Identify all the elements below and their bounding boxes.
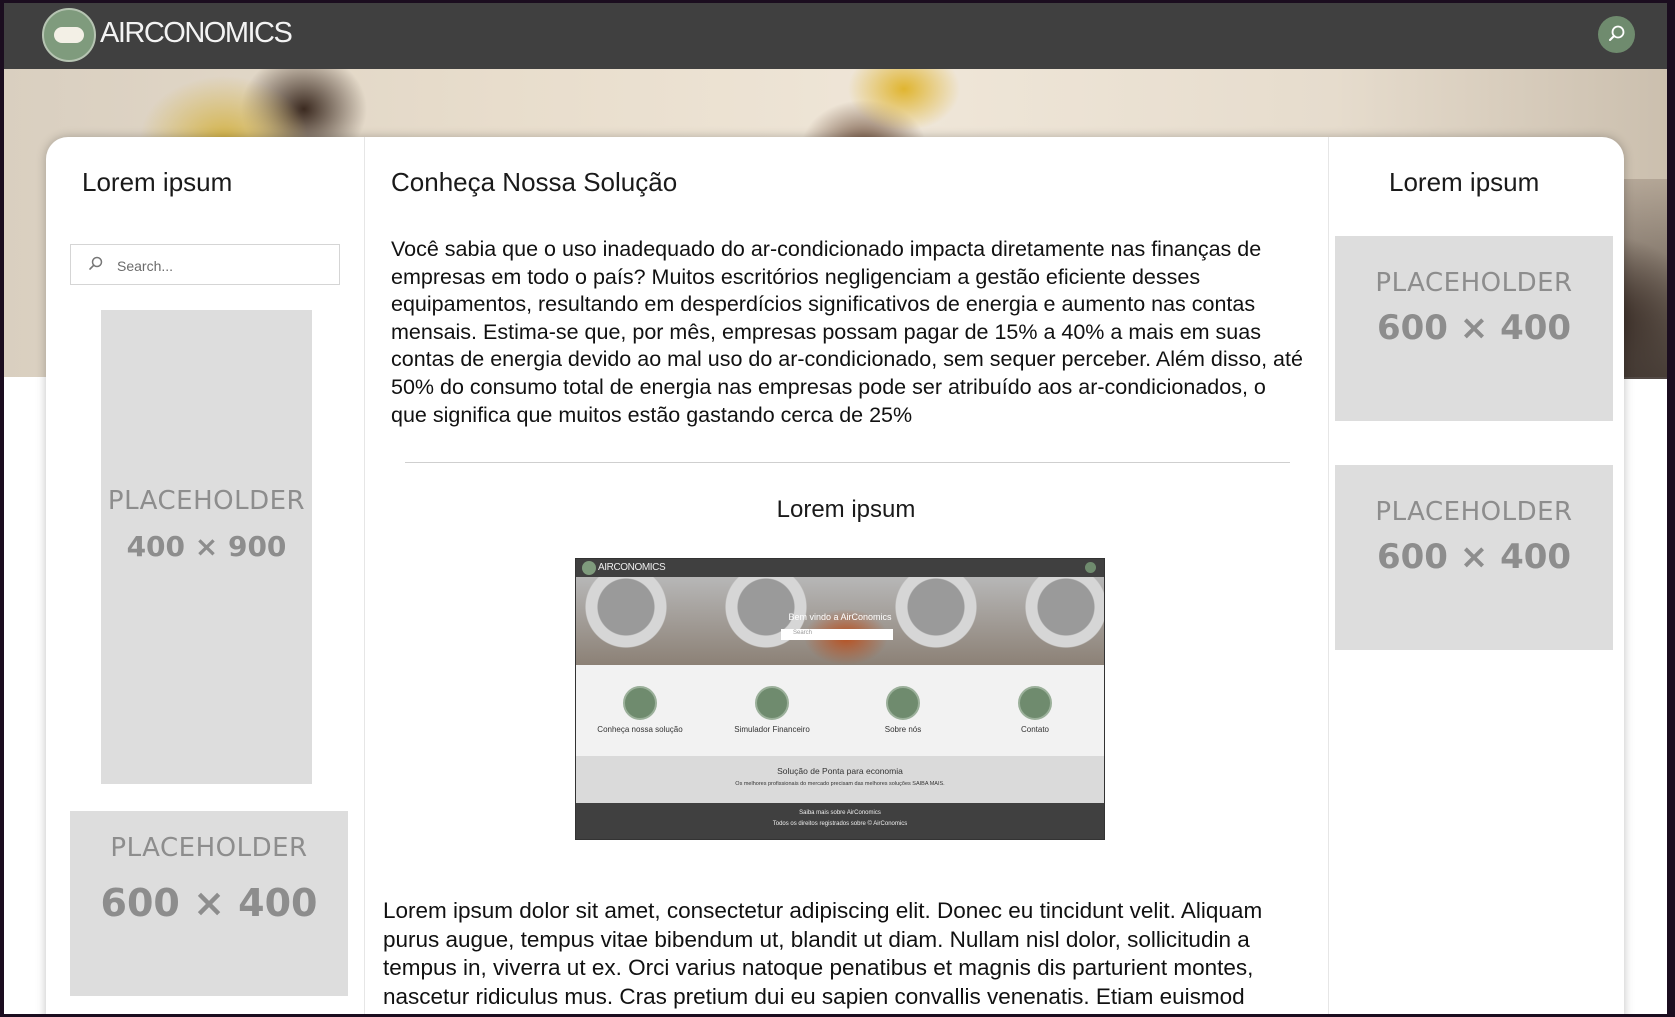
right-sidebar: Lorem ipsum PLACEHOLDER 600 × 400 PLACEH… <box>1328 137 1625 1014</box>
ad-placeholder-600x400: PLACEHOLDER 600 × 400 <box>70 811 348 996</box>
brand-name[interactable]: AIRCONOMICS <box>100 17 293 50</box>
air-conditioner-logo-mark <box>54 27 84 43</box>
sidebar-search-box[interactable] <box>70 244 340 285</box>
main-content: Conheça Nossa Solução Você sabia que o u… <box>365 137 1327 1014</box>
document-search-icon <box>886 686 920 720</box>
preview-feature-label: Simulador Financeiro <box>734 725 810 734</box>
sidebar-search-input[interactable] <box>115 254 329 278</box>
preview-info-band: Solução de Ponta para economia Os melhor… <box>576 756 1104 803</box>
preview-search-field: Search <box>781 629 893 640</box>
ad-placeholder-600x400: PLACEHOLDER 600 × 400 <box>1335 236 1613 421</box>
preview-footer: Saiba mais sobre AirConomics Todos os di… <box>576 803 1104 839</box>
preview-search-icon <box>1085 562 1096 573</box>
top-navbar: AIRCONOMICS <box>4 3 1667 69</box>
section-subtitle: Lorem ipsum <box>776 496 916 523</box>
preview-welcome-text: Bem vindo a AirConomics <box>788 612 892 622</box>
preview-feature-label: Contato <box>1020 725 1050 734</box>
right-sidebar-title: Lorem ipsum <box>1389 167 1540 197</box>
browser-viewport: AIRCONOMICS Lorem ipsum PLACEHOLDER <box>4 3 1667 1014</box>
preview-brand: AIRCONOMICS <box>598 562 666 573</box>
ad-placeholder-600x400: PLACEHOLDER 600 × 400 <box>1335 465 1613 650</box>
rocket-icon <box>623 686 657 720</box>
lightbulb-icon <box>1018 686 1052 720</box>
preview-feature-label: Conheça nossa solução <box>597 725 683 734</box>
lorem-paragraph: Lorem ipsum dolor sit amet, consectetur … <box>383 898 1263 1009</box>
preview-logo-icon <box>582 561 596 575</box>
brand-logo-icon[interactable] <box>42 8 96 62</box>
intro-paragraph: Você sabia que o uso inadequado do ar-co… <box>391 237 1303 427</box>
calculator-icon <box>755 686 789 720</box>
page-title: Conheça Nossa Solução <box>391 167 678 197</box>
search-icon <box>89 256 103 270</box>
left-sidebar-title: Lorem ipsum <box>82 167 233 197</box>
website-preview-image: AIRCONOMICS Bem vindo a AirConomics Sear… <box>575 558 1105 840</box>
ad-placeholder-400x900: PLACEHOLDER 400 × 900 <box>101 310 312 784</box>
navbar-search-button[interactable] <box>1598 16 1635 53</box>
left-sidebar: Lorem ipsum PLACEHOLDER 400 × 900 PLACEH… <box>46 137 365 1014</box>
search-icon <box>1609 25 1625 41</box>
preview-feature-label: Sobre nós <box>884 725 922 734</box>
section-divider <box>405 462 1290 463</box>
content-card: Lorem ipsum PLACEHOLDER 400 × 900 PLACEH… <box>46 137 1624 1014</box>
